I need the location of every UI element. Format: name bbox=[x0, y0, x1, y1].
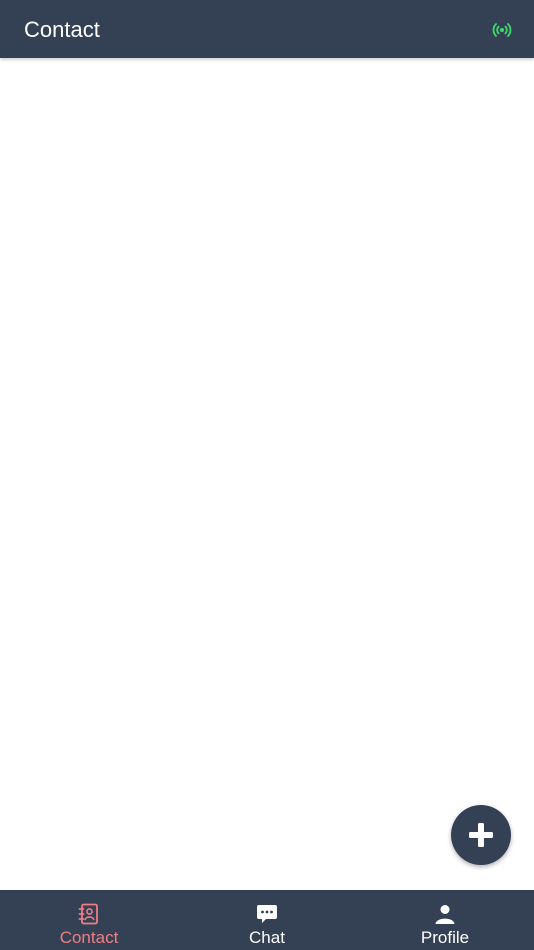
plus-icon bbox=[469, 823, 493, 847]
contact-list-area[interactable] bbox=[0, 58, 534, 890]
nav-label-contact: Contact bbox=[59, 928, 119, 947]
nav-label-chat: Chat bbox=[249, 928, 285, 947]
address-book-icon bbox=[78, 903, 98, 925]
connection-broadcast-icon bbox=[492, 20, 512, 40]
nav-item-chat[interactable]: Chat bbox=[178, 890, 356, 950]
person-icon bbox=[435, 905, 455, 924]
nav-label-profile: Profile bbox=[420, 928, 470, 947]
nav-item-profile[interactable]: Profile bbox=[356, 890, 534, 950]
chat-bubble-icon bbox=[257, 905, 277, 923]
app-bar: Contact bbox=[0, 0, 534, 58]
nav-item-contact[interactable]: Contact bbox=[0, 890, 178, 950]
bottom-navigation: Contact Chat Profile bbox=[0, 890, 534, 950]
page-title: Contact bbox=[24, 17, 100, 42]
contact-screen: Contact Contact Chat Profile bbox=[0, 0, 534, 950]
add-contact-button[interactable] bbox=[451, 805, 511, 865]
